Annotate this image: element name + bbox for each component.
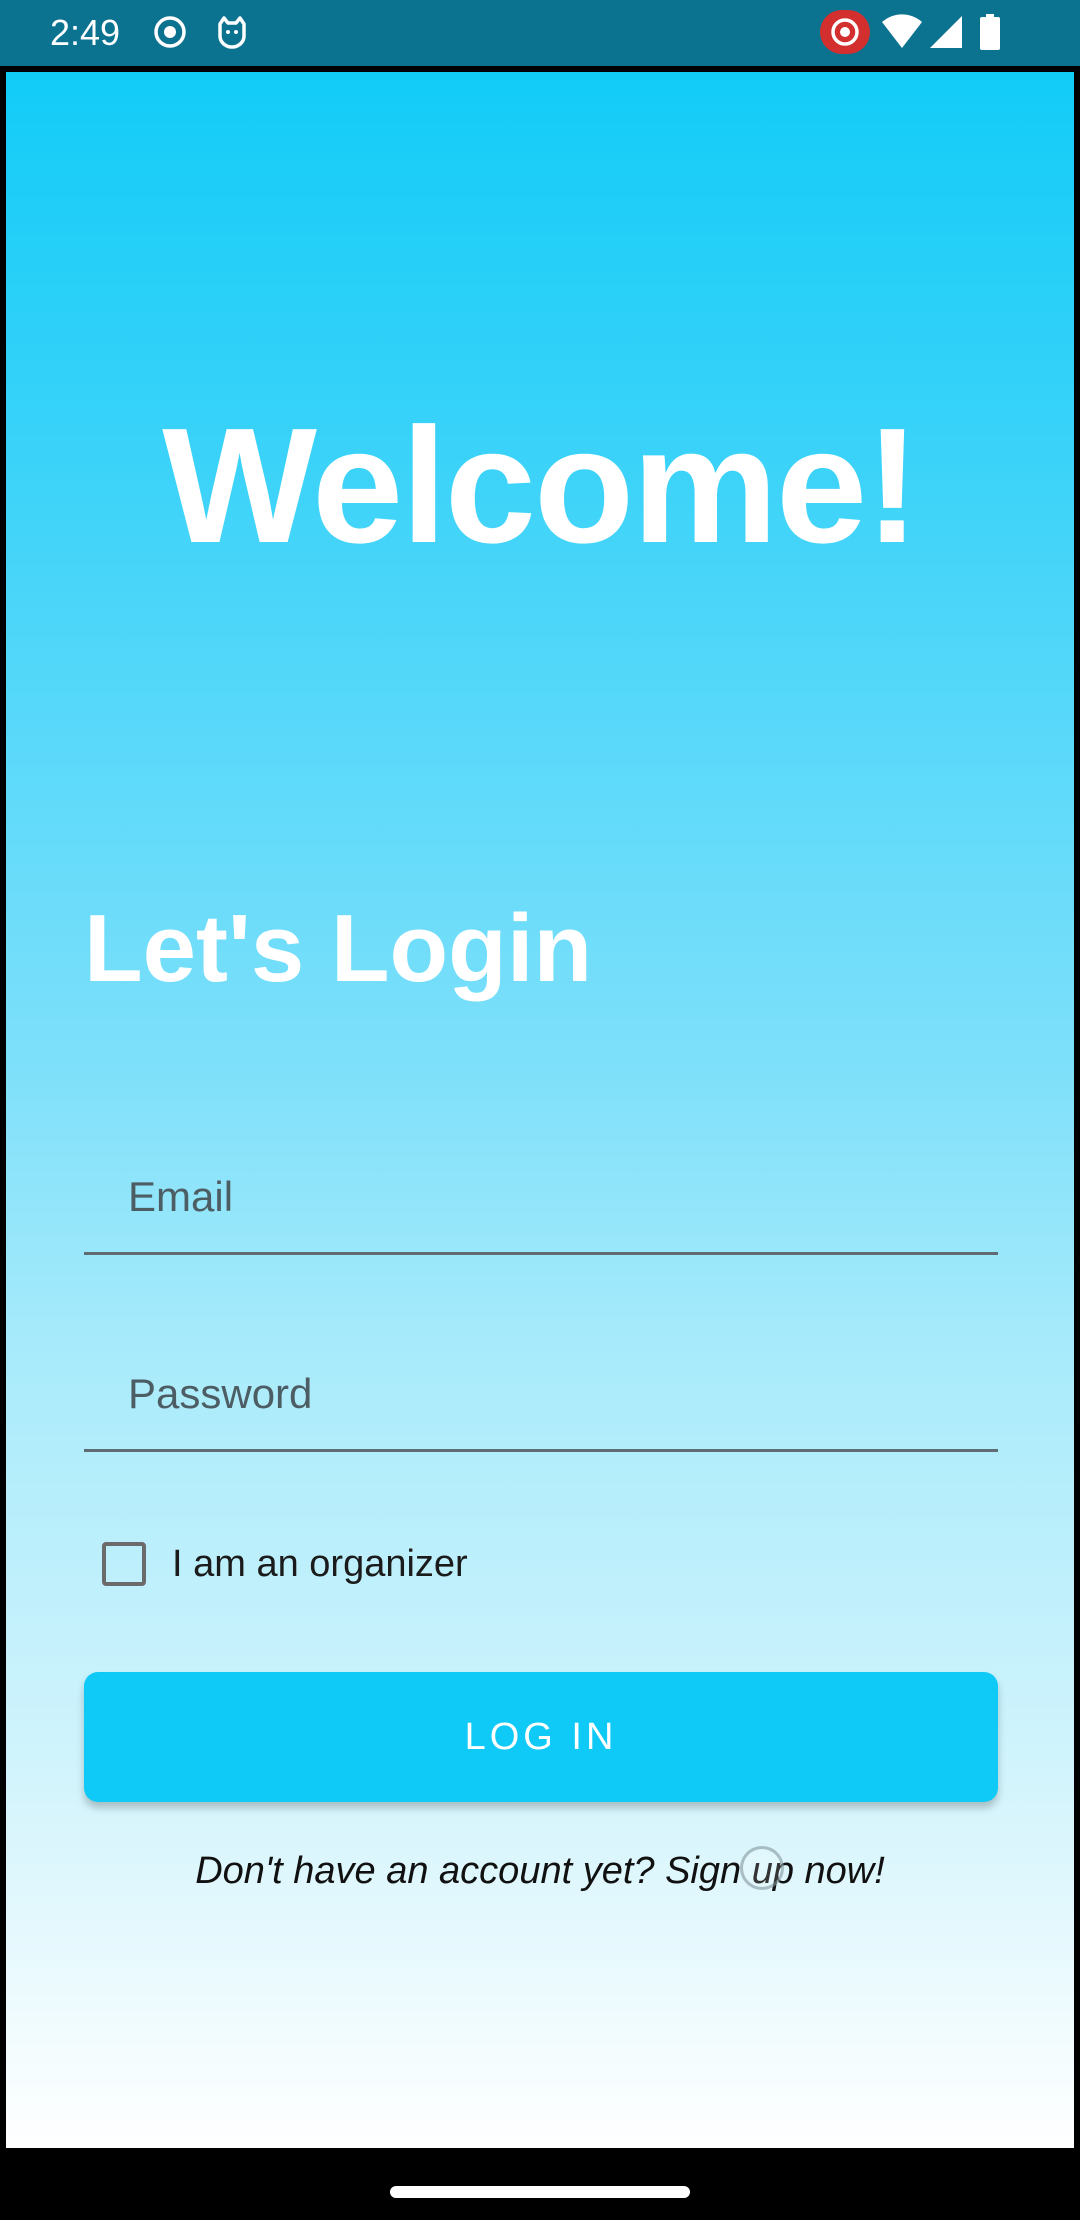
- navigation-bar: [0, 2148, 1080, 2220]
- login-screen: Welcome! Let's Login I am an organizer L…: [6, 72, 1074, 2148]
- wifi-icon: [882, 14, 922, 50]
- status-time: 2:49: [50, 12, 121, 53]
- organizer-checkbox-label[interactable]: I am an organizer: [172, 1543, 468, 1586]
- login-title: Let's Login: [84, 895, 593, 1002]
- password-field[interactable]: [84, 1339, 998, 1452]
- touch-indicator: [740, 1846, 784, 1890]
- welcome-heading: Welcome!: [162, 394, 920, 577]
- email-field[interactable]: [84, 1142, 998, 1255]
- email-input[interactable]: [84, 1142, 998, 1252]
- organizer-checkbox-row[interactable]: I am an organizer: [102, 1534, 468, 1594]
- organizer-checkbox[interactable]: [102, 1542, 146, 1586]
- record-icon: [152, 14, 188, 50]
- password-input[interactable]: [84, 1339, 998, 1449]
- cat-icon: [214, 14, 250, 50]
- status-bar: 2:49: [0, 0, 1080, 66]
- signal-icon: [928, 14, 964, 50]
- battery-icon: [978, 14, 1002, 50]
- login-button[interactable]: LOG IN: [84, 1672, 998, 1802]
- screen-record-icon: [820, 10, 870, 54]
- home-handle[interactable]: [390, 2186, 690, 2198]
- screen: 2:49 Welcome! Let's Login Email I am an …: [0, 0, 1080, 2220]
- signup-link[interactable]: Don't have an account yet? Sign up now!: [6, 1850, 1074, 1893]
